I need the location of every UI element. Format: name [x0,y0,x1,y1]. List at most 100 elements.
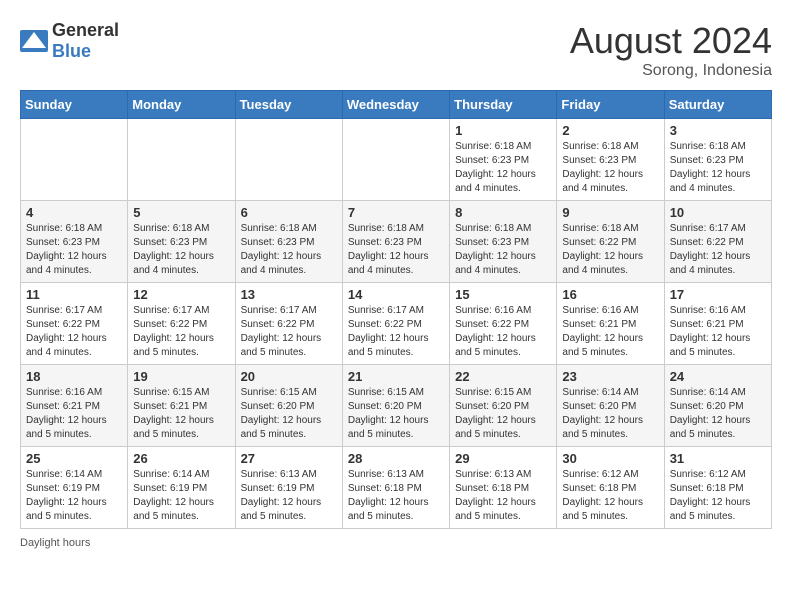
calendar-cell [21,119,128,201]
cell-info: Sunrise: 6:17 AM Sunset: 6:22 PM Dayligh… [241,304,337,360]
header-thursday: Thursday [450,91,557,119]
cell-info: Sunrise: 6:17 AM Sunset: 6:22 PM Dayligh… [133,304,229,360]
calendar-cell: 21Sunrise: 6:15 AM Sunset: 6:20 PM Dayli… [342,365,449,447]
header-saturday: Saturday [664,91,771,119]
calendar-cell: 8 Sunrise: 6:18 AM Sunset: 6:23 PM Daylig… [450,201,557,283]
calendar-cell: 18 Sunrise: 6:16 AM Sunset: 6:21 PM Dayli… [21,365,128,447]
day-number: 13 [241,287,337,302]
logo: General Blue [20,20,119,62]
cell-info: Sunrise: 6:18 AM Sunset: 6:22 PM Dayligh… [562,222,658,278]
calendar-cell: 16Sunrise: 6:16 AM Sunset: 6:21 PM Dayli… [557,283,664,365]
day-number: 28 [348,451,444,466]
location-subtitle: Sorong, Indonesia [570,62,772,80]
cell-info: Sunrise: 6:16 AM Sunset: 6:21 PM Dayligh… [562,304,658,360]
day-number: 3 [670,123,766,138]
cell-info: Sunrise: 6:18 AM Sunset: 6:23 PM Dayligh… [455,140,551,196]
title-block: August 2024 Sorong, Indonesia [570,20,772,80]
calendar-table: Sunday Monday Tuesday Wednesday Thursday… [20,90,772,529]
cell-info: Sunrise: 6:13 AM Sunset: 6:18 PM Dayligh… [348,468,444,524]
daylight-label: Daylight hours [20,537,90,549]
calendar-cell [128,119,235,201]
logo-blue: Blue [52,41,91,61]
week-row-1: 1 Sunrise: 6:18 AM Sunset: 6:23 PM Daylig… [21,119,772,201]
calendar-cell: 17 Sunrise: 6:16 AM Sunset: 6:21 PM Dayli… [664,283,771,365]
calendar-cell: 12Sunrise: 6:17 AM Sunset: 6:22 PM Dayli… [128,283,235,365]
cell-info: Sunrise: 6:15 AM Sunset: 6:20 PM Dayligh… [241,386,337,442]
day-number: 29 [455,451,551,466]
day-number: 6 [241,205,337,220]
day-number: 22 [455,369,551,384]
calendar-cell: 30 Sunrise: 6:12 AM Sunset: 6:18 PM Dayli… [557,447,664,529]
day-number: 27 [241,451,337,466]
calendar-cell [235,119,342,201]
calendar-cell: 6Sunrise: 6:18 AM Sunset: 6:23 PM Daylig… [235,201,342,283]
day-number: 25 [26,451,122,466]
cell-info: Sunrise: 6:17 AM Sunset: 6:22 PM Dayligh… [348,304,444,360]
day-number: 4 [26,205,122,220]
day-number: 24 [670,369,766,384]
cell-info: Sunrise: 6:12 AM Sunset: 6:18 PM Dayligh… [670,468,766,524]
day-number: 26 [133,451,229,466]
calendar-cell: 11 Sunrise: 6:17 AM Sunset: 6:22 PM Dayli… [21,283,128,365]
calendar-cell: 28 Sunrise: 6:13 AM Sunset: 6:18 PM Dayli… [342,447,449,529]
calendar-cell: 22 Sunrise: 6:15 AM Sunset: 6:20 PM Dayli… [450,365,557,447]
day-number: 18 [26,369,122,384]
week-row-4: 18 Sunrise: 6:16 AM Sunset: 6:21 PM Dayli… [21,365,772,447]
calendar-cell: 23Sunrise: 6:14 AM Sunset: 6:20 PM Dayli… [557,365,664,447]
day-number: 14 [348,287,444,302]
calendar-cell: 10 Sunrise: 6:17 AM Sunset: 6:22 PM Dayli… [664,201,771,283]
calendar-cell: 19Sunrise: 6:15 AM Sunset: 6:21 PM Dayli… [128,365,235,447]
month-year-title: August 2024 [570,20,772,62]
cell-info: Sunrise: 6:15 AM Sunset: 6:20 PM Dayligh… [348,386,444,442]
day-number: 7 [348,205,444,220]
calendar-cell: 31 Sunrise: 6:12 AM Sunset: 6:18 PM Dayli… [664,447,771,529]
week-row-5: 25 Sunrise: 6:14 AM Sunset: 6:19 PM Dayli… [21,447,772,529]
cell-info: Sunrise: 6:12 AM Sunset: 6:18 PM Dayligh… [562,468,658,524]
cell-info: Sunrise: 6:17 AM Sunset: 6:22 PM Dayligh… [26,304,122,360]
calendar-cell: 26Sunrise: 6:14 AM Sunset: 6:19 PM Dayli… [128,447,235,529]
cell-info: Sunrise: 6:18 AM Sunset: 6:23 PM Dayligh… [562,140,658,196]
header-row: Sunday Monday Tuesday Wednesday Thursday… [21,91,772,119]
cell-info: Sunrise: 6:18 AM Sunset: 6:23 PM Dayligh… [133,222,229,278]
footer: Daylight hours [20,537,772,549]
header-wednesday: Wednesday [342,91,449,119]
calendar-cell: 4 Sunrise: 6:18 AM Sunset: 6:23 PM Daylig… [21,201,128,283]
calendar-cell: 24 Sunrise: 6:14 AM Sunset: 6:20 PM Dayli… [664,365,771,447]
calendar-cell: 7Sunrise: 6:18 AM Sunset: 6:23 PM Daylig… [342,201,449,283]
day-number: 31 [670,451,766,466]
day-number: 15 [455,287,551,302]
cell-info: Sunrise: 6:14 AM Sunset: 6:20 PM Dayligh… [562,386,658,442]
cell-info: Sunrise: 6:13 AM Sunset: 6:18 PM Dayligh… [455,468,551,524]
day-number: 11 [26,287,122,302]
cell-info: Sunrise: 6:18 AM Sunset: 6:23 PM Dayligh… [26,222,122,278]
header-sunday: Sunday [21,91,128,119]
cell-info: Sunrise: 6:15 AM Sunset: 6:20 PM Dayligh… [455,386,551,442]
day-number: 1 [455,123,551,138]
logo-icon [20,30,48,52]
cell-info: Sunrise: 6:14 AM Sunset: 6:19 PM Dayligh… [26,468,122,524]
cell-info: Sunrise: 6:16 AM Sunset: 6:21 PM Dayligh… [670,304,766,360]
calendar-cell: 15 Sunrise: 6:16 AM Sunset: 6:22 PM Dayli… [450,283,557,365]
day-number: 20 [241,369,337,384]
calendar-cell: 20 Sunrise: 6:15 AM Sunset: 6:20 PM Dayli… [235,365,342,447]
day-number: 30 [562,451,658,466]
cell-info: Sunrise: 6:14 AM Sunset: 6:20 PM Dayligh… [670,386,766,442]
calendar-cell: 29 Sunrise: 6:13 AM Sunset: 6:18 PM Dayli… [450,447,557,529]
cell-info: Sunrise: 6:15 AM Sunset: 6:21 PM Dayligh… [133,386,229,442]
cell-info: Sunrise: 6:17 AM Sunset: 6:22 PM Dayligh… [670,222,766,278]
calendar-body: 1 Sunrise: 6:18 AM Sunset: 6:23 PM Daylig… [21,119,772,529]
cell-info: Sunrise: 6:18 AM Sunset: 6:23 PM Dayligh… [455,222,551,278]
day-number: 10 [670,205,766,220]
cell-info: Sunrise: 6:16 AM Sunset: 6:21 PM Dayligh… [26,386,122,442]
day-number: 8 [455,205,551,220]
calendar-cell: 27Sunrise: 6:13 AM Sunset: 6:19 PM Dayli… [235,447,342,529]
calendar-cell: 2 Sunrise: 6:18 AM Sunset: 6:23 PM Daylig… [557,119,664,201]
calendar-cell: 13 Sunrise: 6:17 AM Sunset: 6:22 PM Dayli… [235,283,342,365]
calendar-cell: 14 Sunrise: 6:17 AM Sunset: 6:22 PM Dayli… [342,283,449,365]
calendar-cell [342,119,449,201]
day-number: 17 [670,287,766,302]
calendar-cell: 1 Sunrise: 6:18 AM Sunset: 6:23 PM Daylig… [450,119,557,201]
day-number: 2 [562,123,658,138]
header-monday: Monday [128,91,235,119]
cell-info: Sunrise: 6:16 AM Sunset: 6:22 PM Dayligh… [455,304,551,360]
